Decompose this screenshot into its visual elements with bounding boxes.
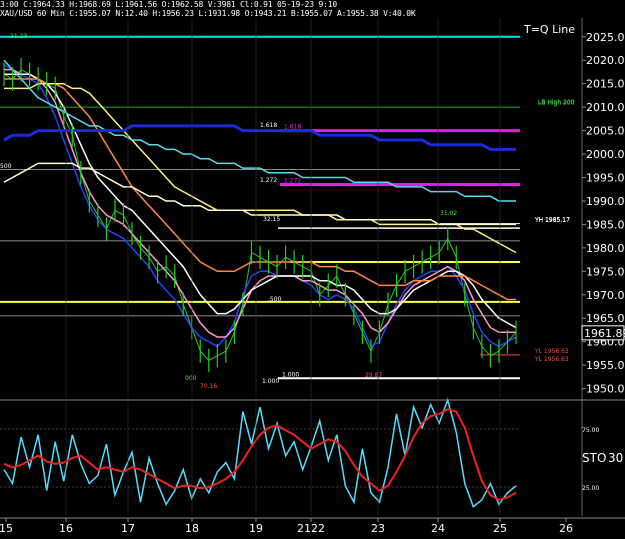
annotation-label: .500: [268, 296, 282, 303]
x-tick-label: 25: [493, 522, 507, 535]
annotation-label: 1.618: [260, 122, 277, 129]
price-tick-label: 1980.00: [586, 242, 625, 255]
current-price-label: 1961.89: [584, 327, 625, 340]
price-tick-label: 2005.00: [586, 125, 625, 138]
level-label: 1.000: [282, 371, 299, 378]
level-label: 1.272: [284, 178, 301, 185]
x-tick-label: 19: [249, 522, 263, 535]
annotation-label: LB High 200: [538, 99, 575, 106]
annotation-label: YL 1956.63: [534, 356, 569, 363]
annotation-label: 70.16: [200, 383, 217, 390]
annotation-label: 21.23: [10, 33, 27, 40]
price-tick-label: 1975.00: [586, 265, 625, 278]
x-tick-label: 15: [0, 522, 13, 535]
chart-canvas: LB High 200 1.618 1.272 YH 1985.17 YL 1956.6…: [0, 0, 625, 539]
annotation-label: 000: [185, 375, 197, 382]
stoch-period-label: 30: [608, 451, 623, 465]
x-tick-label: 17: [121, 522, 135, 535]
x-tick-label: 26: [559, 522, 573, 535]
price-tick-label: 1985.00: [586, 218, 625, 231]
stoch-tick-label: 25.00: [582, 485, 599, 492]
x-tick-label: 16: [59, 522, 73, 535]
price-tick-label: 1970.00: [586, 289, 625, 302]
header-quote-line-1: 3:00 C:1964.33 H:1968.69 L:1961.56 O:196…: [0, 0, 337, 9]
annotation-label: YH 1985.17: [534, 217, 570, 224]
price-tick-label: 2020.00: [586, 54, 625, 67]
x-tick-label: 2122: [297, 522, 325, 535]
level-label: YL 1956.63: [534, 348, 569, 355]
stoch-label: STO: [582, 451, 606, 465]
annotation-label: 31.02: [440, 210, 457, 217]
x-tick-label: 24: [431, 522, 445, 535]
annotation-label: 32.15: [263, 216, 280, 223]
x-tick-label: 23: [371, 522, 385, 535]
price-tick-label: 2000.00: [586, 148, 625, 161]
price-tick-label: 2010.00: [586, 101, 625, 114]
annotation-label: 500: [0, 163, 12, 170]
stoch-tick-label: 75.00: [582, 427, 599, 434]
price-tick-label: 1995.00: [586, 172, 625, 185]
header-quote-line-2: XAU/USD 60 Min C:1955.07 N:12.40 H:1956.…: [0, 9, 416, 18]
price-tick-label: 2015.00: [586, 78, 625, 91]
annotation-label: 29.87: [365, 372, 382, 379]
price-tick-label: 1955.00: [586, 359, 625, 372]
price-tick-label: 2025.00: [586, 31, 625, 44]
annotation-label: 1.000: [262, 378, 279, 385]
price-tick-label: 1965.00: [586, 312, 625, 325]
tql-label: T=Q Line: [524, 23, 576, 36]
x-tick-label: 18: [185, 522, 199, 535]
price-tick-label: 1950.00: [586, 383, 625, 396]
price-tick-label: 1990.00: [586, 195, 625, 208]
annotation-label: 1.272: [260, 177, 277, 184]
